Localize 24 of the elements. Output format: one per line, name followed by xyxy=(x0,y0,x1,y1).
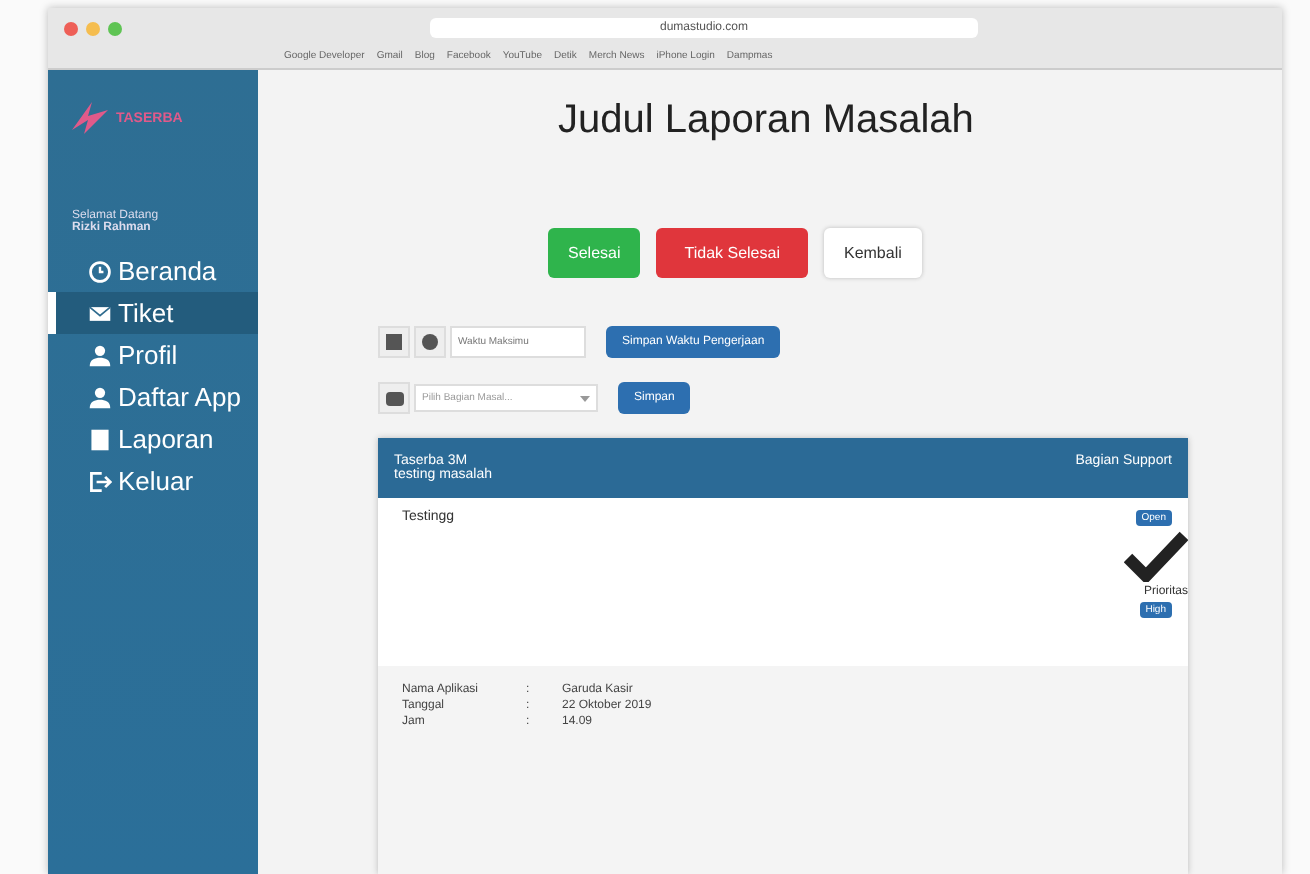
zoom-dot[interactable] xyxy=(108,21,122,35)
checkmark-icon xyxy=(1124,530,1188,582)
clock-button[interactable] xyxy=(414,326,446,358)
nav-item[interactable]: Keluar xyxy=(48,460,258,502)
mail-icon xyxy=(88,302,112,326)
user-icon xyxy=(88,386,112,410)
page-title: Judul Laporan Masalah xyxy=(558,98,976,144)
minimize-dot[interactable] xyxy=(86,21,100,35)
nav-item[interactable]: Daftar App xyxy=(48,376,258,418)
logo-icon xyxy=(68,98,112,138)
caret-icon xyxy=(580,395,590,401)
action-button[interactable]: Tidak Selesai xyxy=(656,228,808,278)
tag-button[interactable] xyxy=(378,382,410,414)
calendar-button[interactable] xyxy=(378,326,410,358)
logout-icon xyxy=(88,470,112,494)
nav-item[interactable]: Beranda xyxy=(48,250,258,292)
nav-item[interactable]: Tiket xyxy=(48,292,258,334)
close-dot[interactable] xyxy=(64,21,78,35)
nav-item[interactable]: Laporan xyxy=(48,418,258,460)
document-icon xyxy=(88,428,112,452)
action-button[interactable]: Kembali xyxy=(823,228,922,278)
nav-item[interactable]: Profil xyxy=(48,334,258,376)
action-button[interactable]: Selesai xyxy=(548,228,641,278)
user-icon xyxy=(88,344,112,368)
